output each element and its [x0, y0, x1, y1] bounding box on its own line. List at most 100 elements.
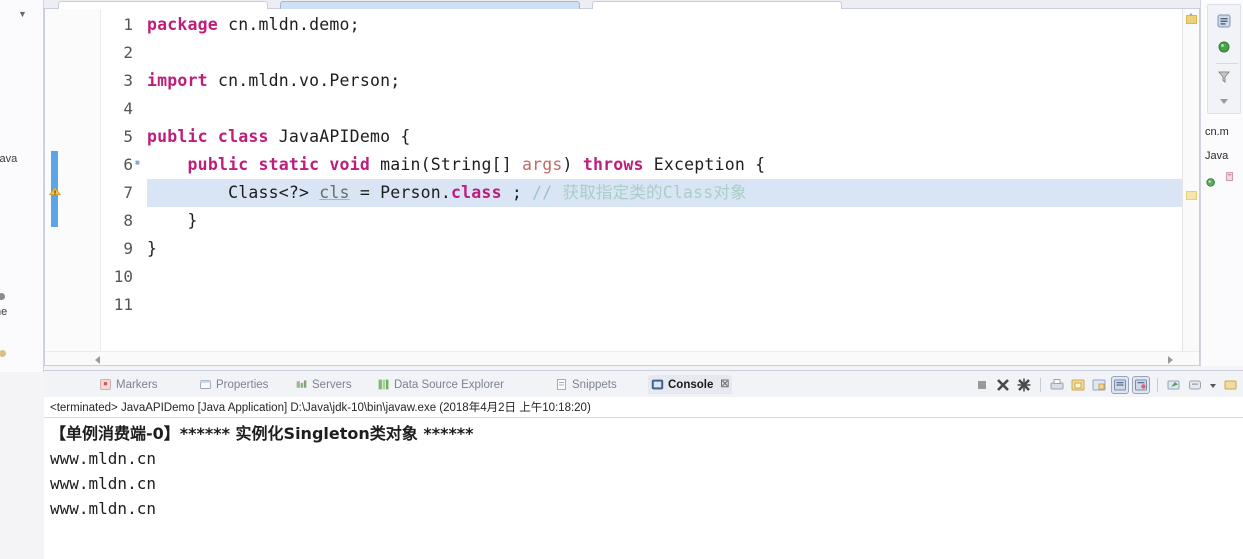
warning-marker-icon[interactable]: [48, 185, 62, 199]
line-number: 3: [123, 71, 133, 90]
code-token: JavaAPIDemo {: [268, 127, 411, 146]
remove-launch-icon[interactable]: [995, 377, 1011, 393]
scroll-left-arrow-icon[interactable]: [95, 356, 100, 364]
toolbar-divider: [1216, 63, 1238, 64]
snippets-icon: [555, 378, 568, 391]
console-output[interactable]: 【单例消费端-0】****** 实例化Singleton类对象 ****** ww…: [50, 421, 1233, 559]
bullet-icon: [0, 293, 5, 300]
java-source-editor[interactable]: 1 2 3 4 5 6 ■ 7 8 9 10 11 package cn.mldn.demo; impo…: [44, 9, 1200, 366]
code-token: = Person.: [349, 183, 452, 202]
console-divider: [44, 417, 1243, 418]
code-token: import: [147, 71, 208, 90]
code-content[interactable]: package cn.mldn.demo; import cn.mldn.vo.P…: [147, 9, 1199, 365]
display-selected-console-icon[interactable]: [1187, 377, 1203, 393]
data-source-icon: [377, 378, 390, 391]
code-token: main(String[]: [369, 155, 522, 174]
code-token: cn.mldn.vo.Person;: [207, 71, 401, 90]
line-number: 1: [123, 15, 133, 34]
package-explorer-strip[interactable]: ▼ .java ne: [0, 0, 44, 372]
bottom-tab-servers[interactable]: Servers: [292, 375, 355, 394]
terminate-icon[interactable]: [974, 377, 990, 393]
close-icon[interactable]: ☒: [720, 379, 729, 390]
toolbar-divider: [1040, 378, 1041, 392]
warning-annotation-marker[interactable]: [1186, 191, 1197, 200]
line-number: 7: [123, 183, 133, 202]
code-token: args: [521, 155, 563, 174]
console-view: Markers Properties Servers Data Source Expl…: [44, 370, 1243, 559]
code-token: }: [147, 239, 158, 258]
outline-public-icon[interactable]: [1216, 39, 1232, 55]
outline-toolbar[interactable]: [1207, 4, 1241, 114]
outline-item-package[interactable]: cn.m: [1205, 126, 1229, 138]
outline-filter-icon[interactable]: [1216, 69, 1232, 85]
outline-member-icon[interactable]: [1205, 174, 1221, 190]
outline-view-strip[interactable]: cn.m Java: [1200, 0, 1243, 366]
bottom-tab-label: Snippets: [572, 378, 617, 391]
remove-all-launches-icon[interactable]: [1016, 377, 1032, 393]
bottom-tab-markers[interactable]: Markers: [96, 375, 161, 394]
code-line[interactable]: import cn.mldn.vo.Person;: [147, 71, 401, 90]
markers-icon: [99, 378, 112, 391]
editor-tab-active[interactable]: [280, 1, 580, 9]
bottom-tab-label: Properties: [216, 378, 269, 391]
scroll-lock-icon[interactable]: [1111, 376, 1129, 394]
editor-tab-inactive-2[interactable]: [592, 1, 842, 9]
code-line[interactable]: }: [147, 239, 158, 258]
outline-method-icon[interactable]: [1223, 170, 1239, 186]
servers-icon: [295, 378, 308, 391]
code-line[interactable]: Class<?> cls = Person.class ; // 获取指定类的C…: [147, 183, 747, 202]
line-number: 8: [123, 211, 133, 230]
code-token: throws: [582, 155, 644, 174]
code-token: }: [147, 211, 198, 230]
console-output-line: www.mldn.cn: [50, 449, 156, 468]
editor-vertical-scrollbar[interactable]: [1182, 9, 1199, 365]
code-line[interactable]: public static void main(String[] args) t…: [147, 155, 766, 174]
outline-sort-icon[interactable]: [1216, 13, 1232, 29]
code-line[interactable]: public class JavaAPIDemo {: [147, 127, 411, 146]
editor-tab-strip[interactable]: [44, 0, 1200, 9]
warning-annotation-marker[interactable]: [1186, 15, 1197, 24]
code-token: //: [532, 183, 563, 202]
bottom-tab-data-source-explorer[interactable]: Data Source Explorer: [374, 375, 507, 394]
console-icon: [651, 378, 664, 391]
import-icon[interactable]: [1091, 377, 1107, 393]
editor-area: 1 2 3 4 5 6 ■ 7 8 9 10 11 package cn.mldn.demo; impo…: [44, 0, 1200, 366]
code-token: ): [562, 155, 583, 174]
code-token: Exception {: [643, 155, 766, 174]
outline-item-class[interactable]: Java: [1205, 150, 1228, 162]
bottom-tab-properties[interactable]: Properties: [196, 375, 271, 394]
scroll-right-arrow-icon[interactable]: [1168, 356, 1173, 364]
outline-menu-icon[interactable]: [1216, 93, 1232, 109]
line-number: 11: [113, 295, 133, 314]
chevron-down-icon[interactable]: ▼: [18, 10, 27, 19]
package-explorer-item-fragment[interactable]: .java: [0, 153, 17, 165]
fold-marker-icon[interactable]: ■: [135, 159, 140, 167]
editor-gutter[interactable]: [45, 9, 101, 365]
word-wrap-icon[interactable]: [1132, 376, 1150, 394]
open-console-icon[interactable]: [1223, 377, 1239, 393]
line-number: 6: [123, 155, 133, 174]
code-token: class: [451, 183, 502, 202]
code-token: ;: [501, 183, 533, 202]
bottom-tab-snippets[interactable]: Snippets: [552, 375, 620, 394]
eclipse-ide-window: ▼ .java ne 123456■789101: [0, 0, 1243, 559]
toolbar-divider: [1157, 378, 1158, 392]
export-icon[interactable]: [1070, 377, 1086, 393]
dropdown-arrow-icon[interactable]: [1208, 377, 1218, 393]
line-number: 2: [123, 43, 133, 62]
package-explorer-item-fragment[interactable]: ne: [0, 306, 7, 318]
code-token: 获取指定类的Class对象: [562, 183, 747, 202]
print-icon[interactable]: [1049, 377, 1065, 393]
code-token: cn.mldn.demo;: [217, 15, 360, 34]
console-toolbar[interactable]: [974, 375, 1239, 395]
code-line[interactable]: }: [147, 211, 198, 230]
pin-console-icon[interactable]: [1166, 377, 1182, 393]
editor-horizontal-scrollbar[interactable]: [45, 351, 1199, 365]
bottom-tab-console[interactable]: Console ☒: [648, 375, 733, 394]
line-number: 5: [123, 127, 133, 146]
line-number-column: 1 2 3 4 5 6 ■ 7 8 9 10 11: [101, 9, 147, 365]
console-output-line: www.mldn.cn: [50, 474, 156, 493]
code-line[interactable]: package cn.mldn.demo;: [147, 15, 360, 34]
editor-tab-inactive-1[interactable]: [58, 1, 268, 9]
